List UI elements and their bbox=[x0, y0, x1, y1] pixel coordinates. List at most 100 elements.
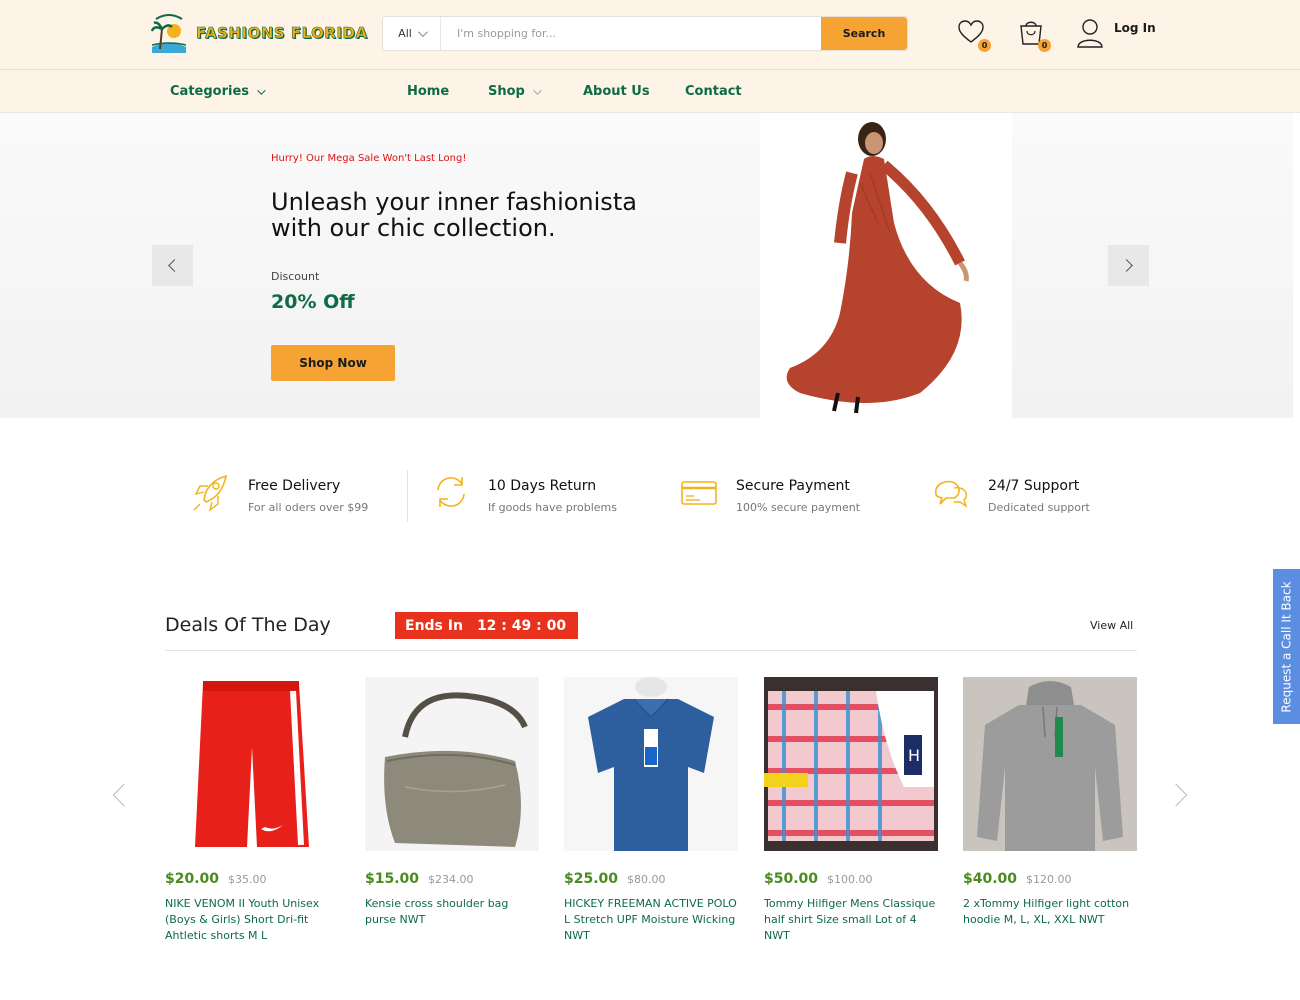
chat-icon bbox=[935, 480, 968, 508]
product-card[interactable]: $40.00 $120.00 2 xTommy Hilfiger light c… bbox=[963, 677, 1137, 928]
deals-countdown: Ends In 12 : 49 : 00 bbox=[395, 612, 579, 639]
chevron-down-icon bbox=[257, 85, 266, 95]
request-callback-tab[interactable]: Request a Call It Back bbox=[1273, 569, 1300, 724]
categories-dropdown[interactable]: Categories bbox=[170, 84, 266, 99]
site-logo[interactable]: FASHIONS FLORIDA bbox=[150, 12, 368, 54]
svg-text:H: H bbox=[908, 746, 920, 765]
chevron-down-icon bbox=[417, 27, 428, 38]
search-button[interactable]: Search bbox=[821, 17, 907, 50]
main-nav: Categories Home Shop About Us Contact bbox=[0, 70, 1300, 113]
search-input[interactable] bbox=[441, 17, 821, 50]
palm-tree-logo-icon bbox=[150, 14, 187, 53]
product-image[interactable]: H bbox=[764, 677, 938, 851]
product-name[interactable]: Tommy Hilfiger Mens Classique half shirt… bbox=[764, 896, 938, 944]
feature-title: Free Delivery bbox=[248, 478, 341, 494]
carousel-prev-button[interactable] bbox=[112, 783, 136, 807]
deals-ends-label: Ends In bbox=[405, 617, 463, 634]
search-category-label: All bbox=[398, 27, 412, 40]
product-price: $20.00 bbox=[165, 871, 220, 887]
product-price: $15.00 bbox=[365, 871, 420, 887]
chevron-right-icon bbox=[1164, 783, 1188, 807]
chevron-left-icon bbox=[112, 783, 136, 807]
price-row: $15.00 $234.00 bbox=[365, 871, 539, 887]
feature-title: Secure Payment bbox=[736, 478, 850, 494]
feature-text: 10 Days Return If goods have problems bbox=[488, 472, 617, 514]
handbag-image-icon bbox=[365, 677, 539, 851]
product-image[interactable] bbox=[564, 677, 738, 851]
feature-text: 24/7 Support Dedicated support bbox=[988, 472, 1090, 514]
nav-item-shop[interactable]: Shop bbox=[488, 84, 542, 99]
product-old-price: $35.00 bbox=[228, 873, 267, 886]
nav-item-contact[interactable]: Contact bbox=[685, 84, 742, 99]
product-name[interactable]: HICKEY FREEMAN ACTIVE POLO L Stretch UPF… bbox=[564, 896, 738, 944]
product-image[interactable] bbox=[963, 677, 1137, 851]
hero-banner: Hurry! Our Mega Sale Won't Last Long! Un… bbox=[0, 113, 1293, 418]
feature-free-delivery: Free Delivery For all oders over $99 bbox=[192, 472, 368, 514]
product-card[interactable]: $20.00 $35.00 NIKE VENOM II Youth Unisex… bbox=[165, 677, 339, 944]
feature-title: 24/7 Support bbox=[988, 478, 1080, 494]
product-image[interactable] bbox=[365, 677, 539, 851]
product-name[interactable]: Kensie cross shoulder bag purse NWT bbox=[365, 896, 539, 928]
chevron-left-icon bbox=[168, 259, 181, 272]
nav-item-label: Contact bbox=[685, 84, 742, 99]
feature-title: 10 Days Return bbox=[488, 478, 597, 494]
wishlist-button[interactable]: 0 bbox=[957, 18, 991, 52]
cart-button[interactable]: 0 bbox=[1017, 18, 1051, 52]
shop-now-button[interactable]: Shop Now bbox=[271, 345, 395, 381]
product-name[interactable]: 2 xTommy Hilfiger light cotton hoodie M,… bbox=[963, 896, 1137, 928]
hero-discount-label: Discount bbox=[271, 270, 320, 283]
product-old-price: $100.00 bbox=[827, 873, 873, 886]
price-row: $20.00 $35.00 bbox=[165, 871, 339, 887]
nav-item-label: Home bbox=[407, 84, 450, 99]
hero-model-image bbox=[760, 113, 1012, 418]
product-image[interactable] bbox=[165, 677, 339, 851]
model-figure-icon bbox=[760, 113, 1012, 418]
chevron-right-icon bbox=[1120, 259, 1133, 272]
hero-discount-value: 20% Off bbox=[271, 291, 355, 313]
feature-divider bbox=[407, 470, 408, 522]
search-category-select[interactable]: All bbox=[383, 17, 441, 50]
user-icon bbox=[1077, 19, 1103, 48]
product-price: $25.00 bbox=[564, 871, 619, 887]
product-card[interactable]: H $50.00 $100.00 Tommy Hilfiger Mens Cla… bbox=[764, 677, 938, 944]
hero-tagline: Hurry! Our Mega Sale Won't Last Long! bbox=[271, 153, 467, 164]
logo-text: FASHIONS FLORIDA bbox=[196, 24, 368, 43]
feature-text: Free Delivery For all oders over $99 bbox=[248, 472, 368, 514]
hero-next-button[interactable] bbox=[1108, 245, 1149, 286]
carousel-next-button[interactable] bbox=[1164, 783, 1188, 807]
view-all-link[interactable]: View All bbox=[1090, 619, 1133, 632]
login-label: Log In bbox=[1114, 21, 1156, 35]
login-link[interactable]: Log In bbox=[1076, 18, 1156, 48]
nav-item-label: Shop bbox=[488, 84, 525, 99]
hoodie-image-icon bbox=[963, 677, 1137, 851]
nav-item-label: About Us bbox=[583, 84, 650, 99]
product-price: $50.00 bbox=[764, 871, 819, 887]
credit-card-icon bbox=[681, 481, 717, 505]
rocket-icon bbox=[193, 474, 228, 512]
feature-text: Secure Payment 100% secure payment bbox=[736, 472, 860, 514]
feature-support: 24/7 Support Dedicated support bbox=[932, 472, 1090, 514]
nav-item-home[interactable]: Home bbox=[407, 84, 449, 99]
request-callback-label: Request a Call It Back bbox=[1279, 580, 1294, 713]
product-card[interactable]: $25.00 $80.00 HICKEY FREEMAN ACTIVE POLO… bbox=[564, 677, 738, 944]
product-old-price: $120.00 bbox=[1026, 873, 1072, 886]
hero-prev-button[interactable] bbox=[152, 245, 193, 286]
price-row: $40.00 $120.00 bbox=[963, 871, 1137, 887]
polo-shirt-image-icon bbox=[564, 677, 738, 851]
wishlist-count-badge: 0 bbox=[978, 39, 991, 52]
feature-subtitle: Dedicated support bbox=[988, 501, 1090, 514]
deals-timer-value: 12 : 49 : 00 bbox=[476, 617, 567, 634]
product-name[interactable]: NIKE VENOM II Youth Unisex (Boys & Girls… bbox=[165, 896, 339, 944]
product-card[interactable]: $15.00 $234.00 Kensie cross shoulder bag… bbox=[365, 677, 539, 928]
feature-subtitle: 100% secure payment bbox=[736, 501, 861, 514]
chevron-down-icon bbox=[533, 85, 542, 95]
feature-secure-payment: Secure Payment 100% secure payment bbox=[680, 472, 860, 514]
product-price: $40.00 bbox=[963, 871, 1018, 887]
hero-title: Unleash your inner fashionista with our … bbox=[271, 188, 637, 242]
plaid-shirt-image-icon: H bbox=[764, 677, 938, 851]
product-old-price: $80.00 bbox=[627, 873, 666, 886]
deals-divider bbox=[165, 650, 1137, 651]
cart-count-badge: 0 bbox=[1038, 39, 1051, 52]
header: FASHIONS FLORIDA All Search 0 0 Log In bbox=[0, 0, 1300, 70]
nav-item-about-us[interactable]: About Us bbox=[583, 84, 650, 99]
